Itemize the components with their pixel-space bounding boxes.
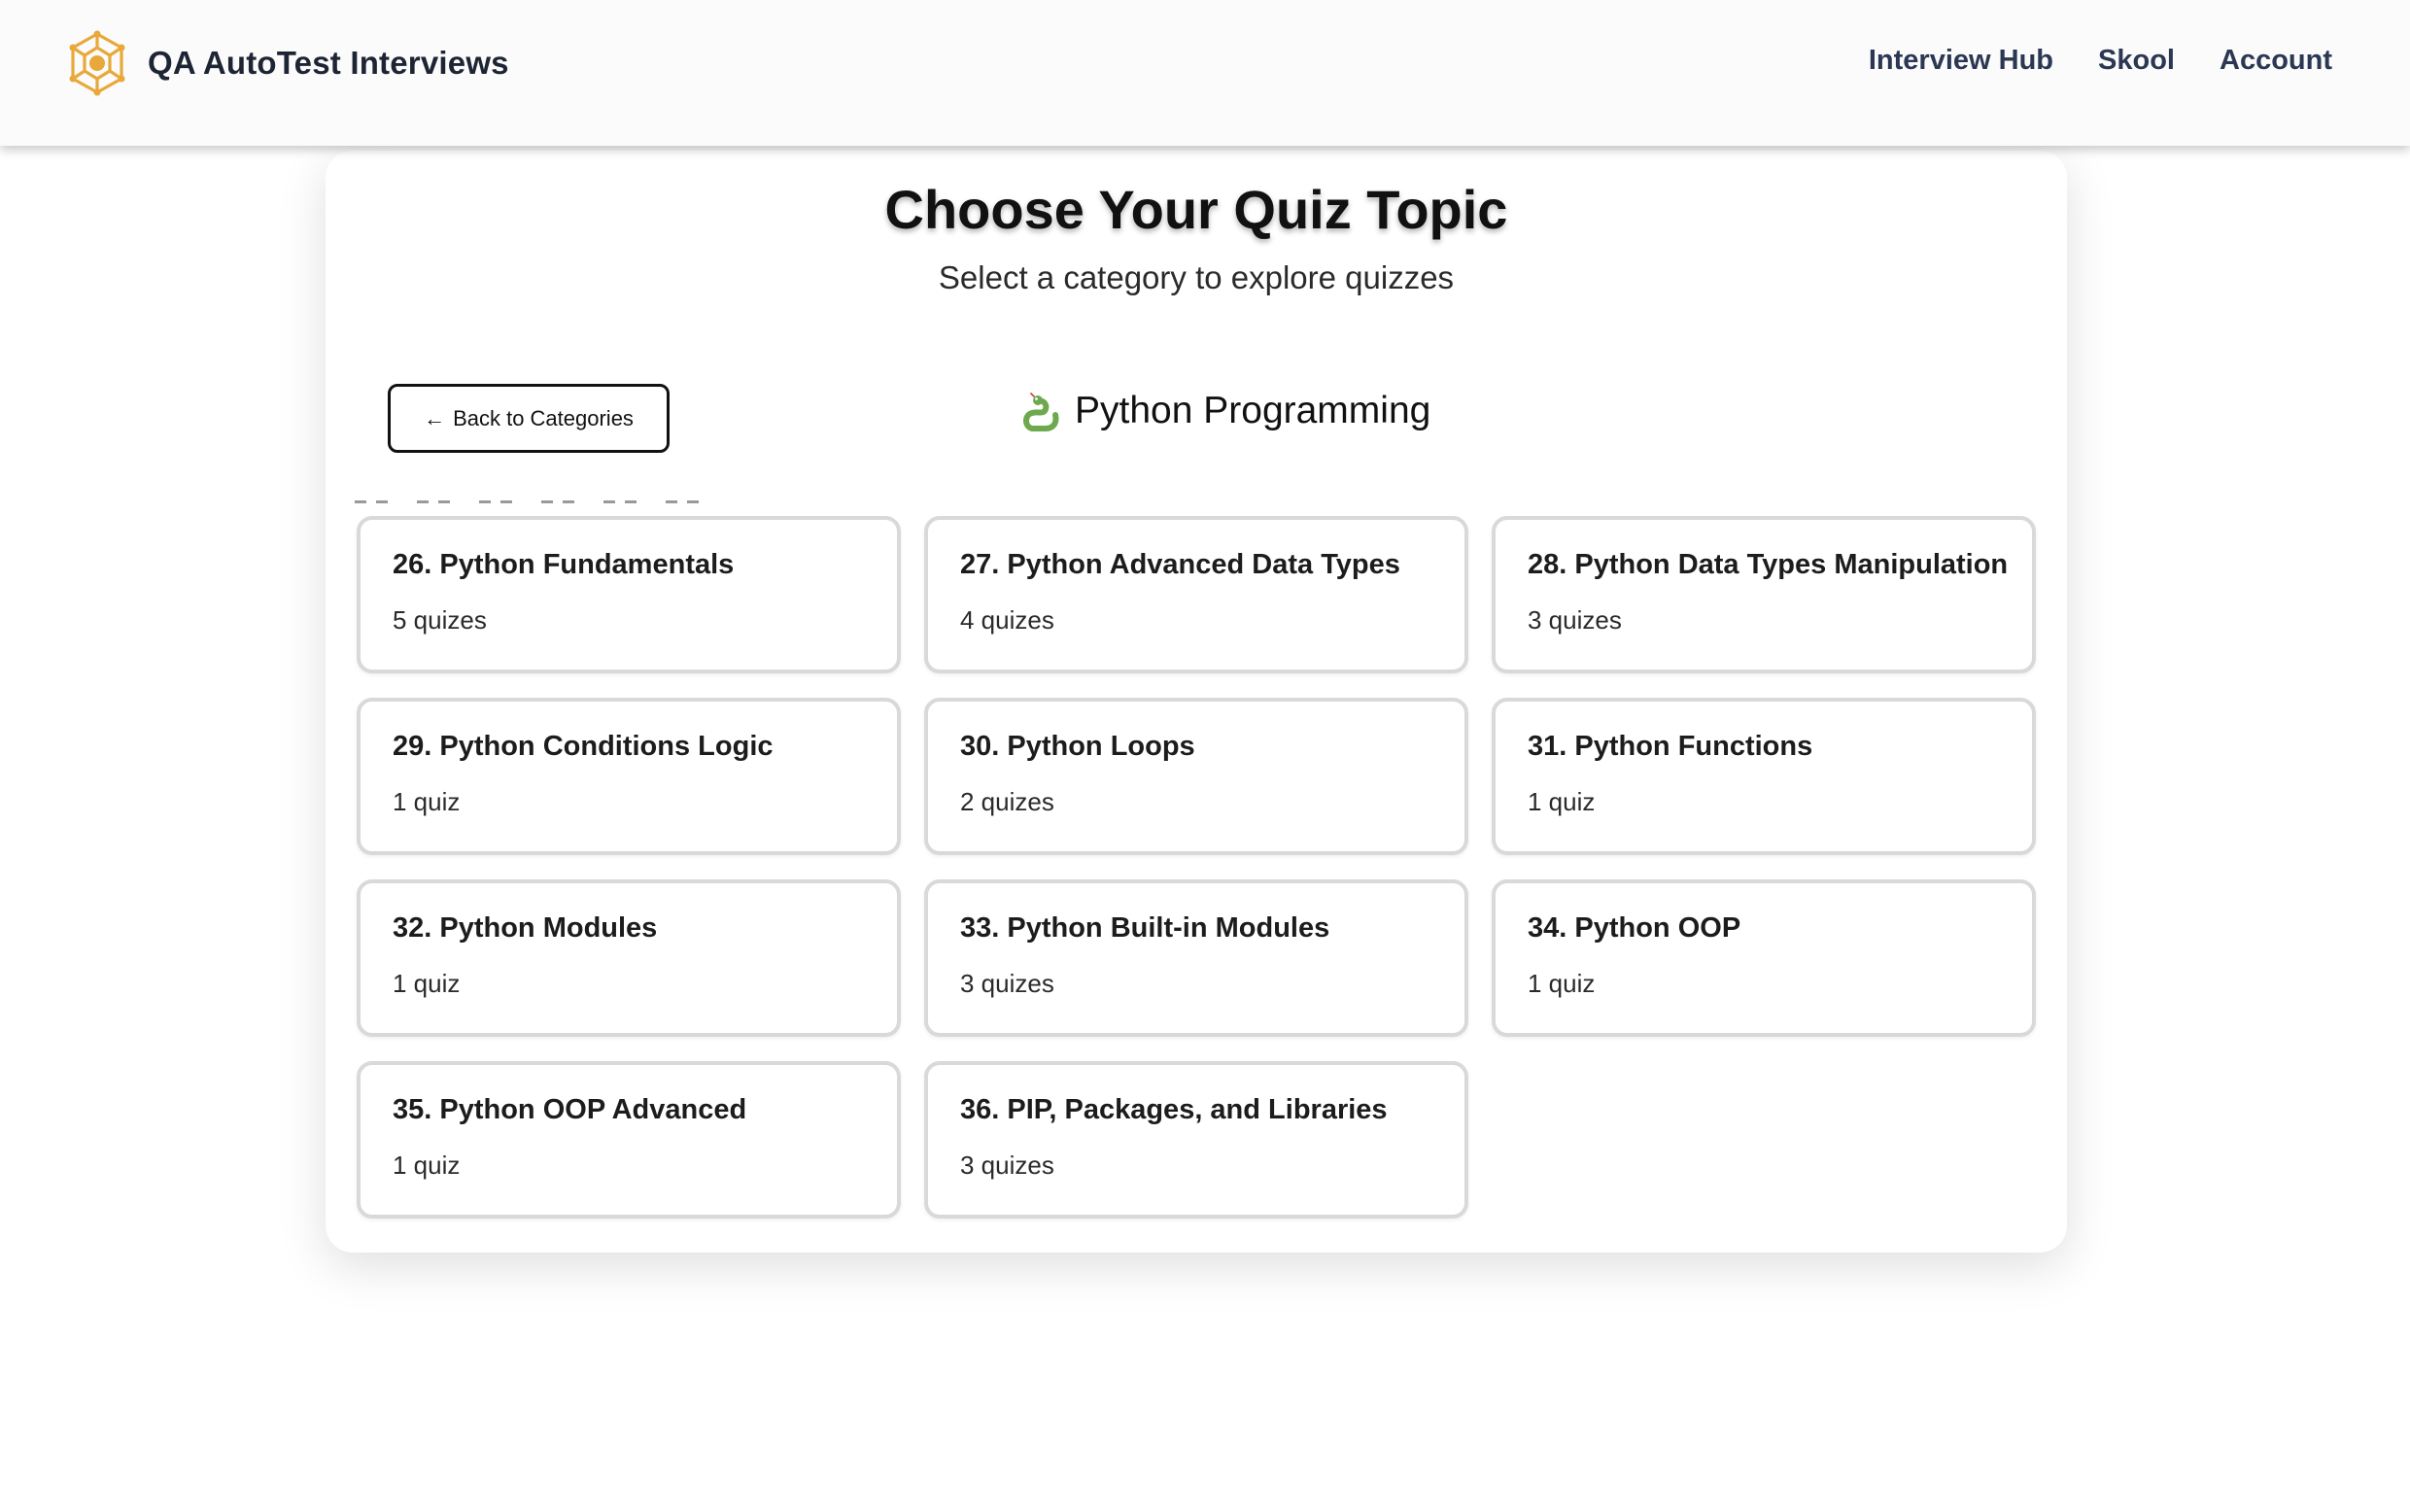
topic-title: 27. Python Advanced Data Types <box>960 549 1400 580</box>
page-title: Choose Your Quiz Topic <box>884 179 1508 240</box>
top-navbar: QA AutoTest Interviews Interview Hub Sko… <box>0 0 2410 146</box>
topic-title: 32. Python Modules <box>393 912 658 944</box>
topic-title: 28. Python Data Types Manipulation <box>1528 549 2009 580</box>
topic-quiz-count: 5 quizes <box>393 605 487 635</box>
topic-title: 26. Python Fundamentals <box>393 549 735 580</box>
nav-link-account[interactable]: Account <box>2220 45 2332 77</box>
topic-card[interactable]: 34. Python OOP 1 quiz <box>1492 879 2036 1037</box>
divider <box>355 500 700 503</box>
topic-card[interactable]: 30. Python Loops 2 quizes <box>924 698 1468 855</box>
topic-card[interactable]: 28. Python Data Types Manipulation 3 qui… <box>1492 516 2036 673</box>
topic-card[interactable]: 33. Python Built-in Modules 3 quizes <box>924 879 1468 1037</box>
topic-quiz-count: 2 quizes <box>960 787 1054 816</box>
page-subtitle: Select a category to explore quizzes <box>938 259 1455 295</box>
topic-quiz-count: 1 quiz <box>393 787 461 816</box>
brand-name[interactable]: QA AutoTest Interviews <box>148 45 509 82</box>
quiz-topic-panel: Choose Your Quiz Topic Select a category… <box>326 151 2067 1253</box>
topic-quiz-count: 1 quiz <box>393 1151 461 1180</box>
topic-title: 30. Python Loops <box>960 731 1195 762</box>
topic-card[interactable]: 29. Python Conditions Logic 1 quiz <box>357 698 901 855</box>
topic-title: 31. Python Functions <box>1528 731 1813 762</box>
nav-link-skool[interactable]: Skool <box>2098 45 2175 77</box>
topic-card[interactable]: 35. Python OOP Advanced 1 quiz <box>357 1061 901 1219</box>
topic-quiz-count: 3 quizes <box>1528 605 1622 635</box>
topic-card[interactable]: 36. PIP, Packages, and Libraries 3 quize… <box>924 1061 1468 1219</box>
topic-title: 35. Python OOP Advanced <box>393 1094 747 1125</box>
topic-card[interactable]: 26. Python Fundamentals 5 quizes <box>357 516 901 673</box>
back-to-categories-button[interactable]: ← Back to Categories <box>388 384 670 453</box>
topic-card[interactable]: 27. Python Advanced Data Types 4 quizes <box>924 516 1468 673</box>
topic-card[interactable]: 31. Python Functions 1 quiz <box>1492 698 2036 855</box>
topic-quiz-count: 3 quizes <box>960 1151 1054 1180</box>
topic-title: 29. Python Conditions Logic <box>393 731 774 762</box>
topic-title: 36. PIP, Packages, and Libraries <box>960 1094 1388 1125</box>
topic-quiz-count: 1 quiz <box>1528 787 1596 816</box>
topic-title: 34. Python OOP <box>1528 912 1741 944</box>
hexagon-network-logo-icon <box>69 30 125 96</box>
brand[interactable]: QA AutoTest Interviews <box>68 30 509 96</box>
topic-card[interactable]: 32. Python Modules 1 quiz <box>357 879 901 1037</box>
arrow-left-icon: ← <box>424 405 446 430</box>
topic-quiz-count: 4 quizes <box>960 605 1054 635</box>
topic-grid: 26. Python Fundamentals 5 quizes 27. Pyt… <box>357 516 2038 1219</box>
main-nav: Interview Hub Skool Account <box>1824 45 2332 77</box>
nav-link-interview-hub[interactable]: Interview Hub <box>1869 45 2053 77</box>
category-name: Python Programming <box>1075 390 1431 431</box>
snake-icon <box>1023 393 1059 431</box>
back-button-label: Back to Categories <box>453 405 634 430</box>
category-heading: Python Programming <box>1020 390 1430 432</box>
topic-quiz-count: 1 quiz <box>393 969 461 998</box>
topic-title: 33. Python Built-in Modules <box>960 912 1330 944</box>
topic-quiz-count: 3 quizes <box>960 969 1054 998</box>
topic-quiz-count: 1 quiz <box>1528 969 1596 998</box>
